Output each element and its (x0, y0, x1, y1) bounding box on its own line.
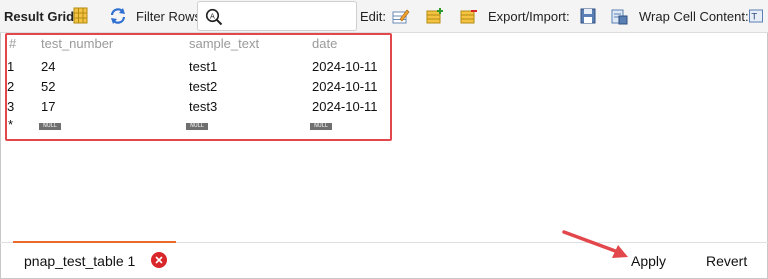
new-row-marker: * (8, 117, 14, 132)
export-import-label: Export/Import: (488, 9, 570, 24)
table-cell[interactable]: 24 (41, 59, 55, 74)
result-grid-label: Result Grid (4, 9, 75, 24)
filter-rows-input[interactable]: A (197, 1, 357, 31)
search-icon: A (205, 8, 223, 26)
table-cell[interactable]: 2024-10-11 (312, 79, 378, 94)
export-icon[interactable] (579, 7, 597, 25)
tab-pnap-test-table[interactable]: pnap_test_table 1 (24, 253, 135, 269)
insert-row-icon[interactable] (426, 7, 444, 25)
column-header-sample-text[interactable]: sample_text (189, 36, 259, 51)
column-header-row-number[interactable]: # (9, 36, 16, 51)
svg-text:T: T (751, 13, 758, 23)
column-header-test-number[interactable]: test_number (41, 36, 113, 51)
null-badge[interactable]: NULL (186, 123, 208, 130)
wrap-cell-content-label: Wrap Cell Content: (639, 9, 749, 24)
result-grid-toolbar: Result Grid Filter Rows: A Edit: Export/… (0, 0, 768, 33)
table-cell[interactable]: 17 (41, 99, 55, 114)
active-tab-indicator (13, 241, 176, 243)
edit-label: Edit: (360, 9, 387, 24)
apply-button[interactable]: Apply (631, 253, 666, 269)
table-cell[interactable]: test1 (189, 59, 217, 74)
row-number: 2 (7, 79, 15, 94)
revert-button[interactable]: Revert (706, 253, 747, 269)
table-cell[interactable]: test2 (189, 79, 217, 94)
wrap-text-icon[interactable]: T (749, 7, 763, 25)
row-number: 1 (7, 59, 15, 74)
filter-rows-label: Filter Rows: (136, 9, 205, 24)
close-tab-icon[interactable] (151, 252, 167, 268)
column-header-date[interactable]: date (312, 36, 337, 51)
table-cell[interactable]: 2024-10-11 (312, 59, 378, 74)
annotation-arrow-icon (562, 230, 628, 258)
edit-cell-icon[interactable] (392, 7, 410, 25)
grid-view-icon[interactable] (73, 7, 91, 25)
table-cell[interactable]: 52 (41, 79, 55, 94)
null-badge[interactable]: NULL (310, 123, 332, 130)
row-number: 3 (7, 99, 15, 114)
table-cell[interactable]: 2024-10-11 (312, 99, 378, 114)
svg-text:A: A (210, 13, 215, 21)
import-icon[interactable] (610, 7, 628, 25)
delete-row-icon[interactable] (460, 7, 478, 25)
table-cell[interactable]: test3 (189, 99, 217, 114)
refresh-icon[interactable] (109, 7, 127, 25)
null-badge[interactable]: NULL (39, 123, 61, 130)
